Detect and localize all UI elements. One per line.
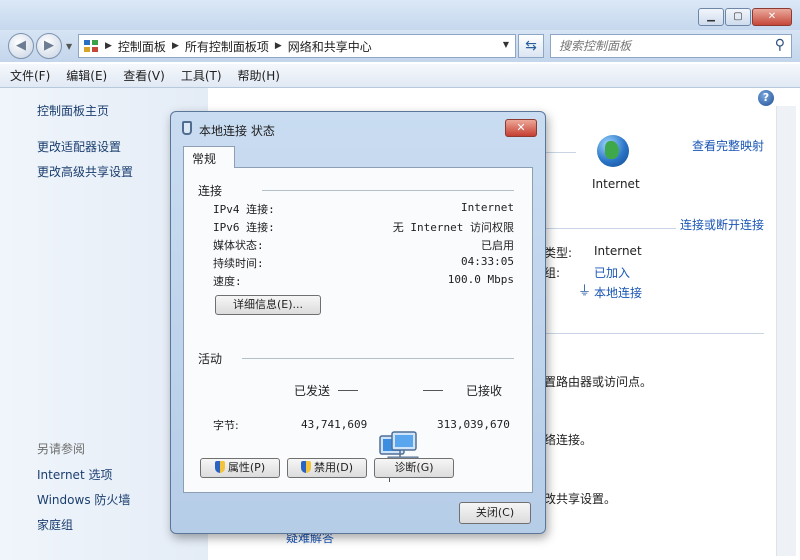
uac-shield-icon: [300, 461, 311, 473]
homegroup-label: 组:: [544, 266, 561, 280]
menu-help[interactable]: 帮助(H): [238, 67, 280, 84]
uac-shield-icon: [214, 461, 225, 473]
speed-label: 速度:: [213, 275, 242, 288]
sidebar-control-panel-home[interactable]: 控制面板主页: [37, 102, 109, 119]
bytes-received-value: 313,039,670: [437, 418, 510, 431]
sidebar-change-advanced-sharing[interactable]: 更改高级共享设置: [37, 163, 133, 180]
breadcrumb-separator-icon[interactable]: ▶: [103, 41, 114, 51]
breadcrumb-all-items[interactable]: 所有控制面板项: [181, 38, 273, 55]
sidebar-homegroup[interactable]: 家庭组: [37, 516, 73, 533]
address-dropdown-icon[interactable]: ▼: [503, 40, 509, 49]
activity-group-label: 活动: [198, 352, 223, 366]
access-type-value: Internet: [594, 244, 642, 258]
breadcrumb-control-panel[interactable]: 控制面板: [114, 38, 170, 55]
section-divider: [546, 228, 676, 229]
menu-bar: 文件(F) 编辑(E) 查看(V) 工具(T) 帮助(H): [0, 64, 800, 88]
search-input[interactable]: [551, 35, 761, 57]
minimize-button[interactable]: ▁: [698, 8, 724, 26]
duration-value: 04:33:05: [461, 255, 514, 268]
vertical-scrollbar[interactable]: [776, 106, 796, 556]
breadcrumb-network-center[interactable]: 网络和共享中心: [284, 38, 376, 55]
diagnose-button[interactable]: 诊断(G): [374, 458, 454, 478]
network-adapter-icon: ⏚: [578, 284, 592, 299]
address-bar[interactable]: ▶ 控制面板 ▶ 所有控制面板项 ▶ 网络和共享中心 ▼: [78, 34, 516, 58]
close-window-button[interactable]: ✕: [752, 8, 792, 26]
group-divider: [242, 358, 514, 359]
local-connection-link[interactable]: 本地连接: [594, 284, 642, 301]
dialog-title: 本地连接 状态: [199, 124, 275, 138]
media-state-label: 媒体状态:: [213, 239, 264, 252]
sidebar-change-adapter-settings[interactable]: 更改适配器设置: [37, 138, 121, 155]
address-toolbar: ◀ ▶ ▼ ▶ 控制面板 ▶ 所有控制面板项 ▶ 网络和共享中心 ▼ ⇆ ⚲: [0, 30, 800, 62]
internet-label: Internet: [592, 177, 640, 191]
dialog-close-text-button[interactable]: 关闭(C): [459, 502, 531, 524]
ipv4-label: IPv4 连接:: [213, 203, 275, 216]
ipv6-value: 无 Internet 访问权限: [392, 221, 514, 234]
sidebar-internet-options[interactable]: Internet 选项: [37, 466, 112, 483]
menu-edit[interactable]: 编辑(E): [66, 67, 107, 84]
received-line: [423, 390, 443, 391]
dialog-body: 连接 IPv4 连接: Internet IPv6 连接: 无 Internet…: [183, 167, 533, 493]
window-titlebar: ▁ ▢ ✕: [0, 0, 800, 30]
connection-group-label: 连接: [198, 184, 223, 198]
ipv4-value: Internet: [461, 201, 514, 214]
group-divider: [262, 190, 514, 191]
sharing-settings-text: 改共享设置。: [544, 492, 617, 506]
router-setup-text: 置路由器或访问点。: [544, 375, 653, 389]
bytes-sent-value: 43,741,609: [301, 418, 368, 431]
tab-general[interactable]: 常规: [183, 146, 235, 168]
refresh-button[interactable]: ⇆: [518, 34, 544, 58]
duration-label: 持续时间:: [213, 257, 264, 270]
forward-button[interactable]: ▶: [36, 33, 62, 59]
back-button[interactable]: ◀: [8, 33, 34, 59]
media-state-value: 已启用: [481, 239, 514, 252]
details-button[interactable]: 详细信息(E)...: [215, 295, 321, 315]
help-icon[interactable]: ?: [758, 90, 774, 106]
connect-disconnect-link[interactable]: 连接或断开连接: [680, 216, 764, 233]
access-type-label: 类型:: [544, 246, 573, 260]
breadcrumb-separator-icon[interactable]: ▶: [273, 41, 284, 51]
search-box[interactable]: ⚲: [550, 34, 792, 58]
disable-button-label: 禁用(D): [313, 461, 354, 474]
menu-file[interactable]: 文件(F): [10, 67, 50, 84]
breadcrumb-separator-icon[interactable]: ▶: [170, 41, 181, 51]
sent-label: 已发送: [294, 384, 331, 398]
network-plug-icon: [182, 121, 192, 135]
search-icon[interactable]: ⚲: [775, 37, 785, 53]
bytes-label: 字节:: [213, 419, 239, 432]
properties-button[interactable]: 属性(P): [200, 458, 280, 478]
navigation-buttons: ◀ ▶ ▼: [8, 33, 72, 59]
section-divider: [546, 333, 764, 334]
dialog-close-button[interactable]: ✕: [505, 119, 537, 137]
received-label: 已接收: [466, 384, 503, 398]
window-controls: ▁ ▢ ✕: [698, 8, 792, 26]
homegroup-joined-link[interactable]: 已加入: [594, 264, 630, 281]
ipv6-label: IPv6 连接:: [213, 221, 275, 234]
menu-tools[interactable]: 工具(T): [181, 67, 222, 84]
view-full-map-link[interactable]: 查看完整映射: [692, 137, 764, 154]
sidebar-windows-firewall[interactable]: Windows 防火墙: [37, 491, 130, 508]
see-also-heading: 另请参阅: [37, 442, 86, 456]
properties-button-label: 属性(P): [227, 461, 266, 474]
internet-globe-icon: [597, 135, 629, 167]
speed-value: 100.0 Mbps: [447, 273, 514, 286]
connection-status-dialog: 本地连接 状态 ✕ 常规 连接 IPv4 连接: Internet IPv6 连…: [170, 111, 546, 534]
refresh-icon: ⇆: [525, 38, 537, 54]
sent-line: [338, 390, 358, 391]
menu-view[interactable]: 查看(V): [123, 67, 165, 84]
map-connector-line: [546, 152, 576, 153]
disable-button[interactable]: 禁用(D): [287, 458, 367, 478]
control-panel-icon: [84, 40, 98, 52]
network-connection-text: 络连接。: [544, 433, 593, 447]
recent-pages-dropdown[interactable]: ▼: [66, 42, 72, 51]
maximize-button[interactable]: ▢: [725, 8, 751, 26]
